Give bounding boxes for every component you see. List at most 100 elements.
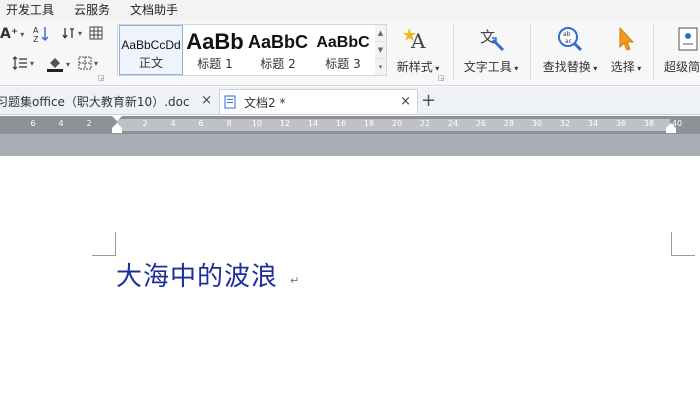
text-tools-button[interactable]: 文 文字工具 ▾	[460, 22, 522, 75]
menu-bar: 开发工具 云服务 文档助手	[0, 0, 700, 20]
paragraph-mark-icon: ↵	[290, 274, 300, 287]
style-heading-2-label: 标题 2	[260, 57, 296, 71]
tab-exercise-doc[interactable]: 习题集office（职大教育新10）.doc ×	[0, 89, 218, 114]
ruler-tick-label: 36	[615, 119, 627, 128]
ruler-tick-label: 2	[86, 119, 92, 128]
svg-text:A: A	[33, 26, 39, 35]
style-heading-1[interactable]: AaBb 标题 1	[184, 25, 246, 75]
super-doc-icon	[678, 27, 698, 51]
para-mark-icon	[62, 28, 74, 39]
style-heading-1-label: 标题 1	[197, 57, 233, 71]
svg-text:Z: Z	[33, 35, 39, 43]
text-tools-icon: 文	[480, 28, 505, 52]
line-spacing-icon	[12, 56, 27, 70]
style-heading-3-label: 标题 3	[325, 57, 361, 71]
style-heading-2[interactable]: AaBbC 标题 2	[247, 25, 309, 75]
ruler-tick-label: 8	[226, 119, 232, 128]
ruler-tick-label: 34	[587, 119, 599, 128]
ruler-tick-label: 28	[503, 119, 515, 128]
sort-icon: AZ	[33, 26, 49, 43]
ruler-tick-label: 4	[170, 119, 176, 128]
ruler-tick-label: 6	[30, 119, 36, 128]
menu-doc-assistant[interactable]: 文档助手	[120, 0, 188, 20]
document-text[interactable]: 大海中的波浪	[116, 256, 278, 293]
style-normal-label: 正文	[138, 56, 163, 70]
new-style-icon: A	[403, 28, 426, 53]
tab-exercise-doc-label: 习题集office（职大教育新10）.doc	[0, 95, 190, 109]
ruler-tick-label: 30	[531, 119, 543, 128]
line-spacing-button[interactable]: ▾	[12, 56, 34, 70]
select-label: 选择	[610, 60, 635, 74]
border-button[interactable]: ▾	[78, 56, 98, 70]
svg-text:ab: ab	[563, 31, 571, 38]
para-mark-button[interactable]: ▾	[62, 26, 82, 40]
ribbon-separator	[453, 24, 454, 80]
close-icon[interactable]: ×	[201, 93, 212, 108]
style-heading-3[interactable]: AaBbC 标题 3	[310, 25, 376, 75]
ruler-tick-label: 18	[363, 119, 375, 128]
margin-corner-mark	[92, 232, 116, 256]
style-heading-3-sample: AaBbC	[316, 34, 370, 51]
style-normal-sample: AaBbCcDd	[121, 38, 181, 52]
new-style-button[interactable]: A 新样式 ▾	[392, 22, 444, 75]
document-icon	[224, 95, 236, 109]
ruler-tick-label: 2	[142, 119, 148, 128]
indent-marker-icon[interactable]	[112, 116, 122, 134]
ruler-tick-label: 32	[559, 119, 571, 128]
ruler-tick-label: 10	[251, 119, 263, 128]
ruler-tick-label: 4	[58, 119, 64, 128]
add-tab-icon[interactable]: +	[421, 90, 436, 111]
gallery-up-icon[interactable]: ▲	[375, 25, 386, 42]
margin-corner-mark	[671, 232, 695, 256]
workspace-background	[0, 134, 700, 156]
ruler-tick-label: 16	[335, 119, 347, 128]
find-replace-button[interactable]: ab ac 查找替换 ▾	[538, 22, 602, 75]
find-replace-icon: abac	[558, 27, 583, 52]
right-indent-marker-icon[interactable]	[666, 122, 676, 134]
find-replace-label: 查找替换	[542, 60, 591, 74]
styles-gallery: AaBbCcDd 正文 AaBb 标题 1 AaBbC 标题 2 AaBbC 标…	[117, 24, 378, 76]
shading-button[interactable]: ▾	[46, 55, 70, 73]
style-heading-2-sample: AaBbC	[247, 32, 308, 52]
ruler-tick-label: 6	[198, 119, 204, 128]
menu-cloud-service[interactable]: 云服务	[64, 0, 120, 20]
ribbon: A⁺ ▾ AZ ▾ ▾ ▾ ▾ ◲ AaBbCcDd 正文 AaBb 标题 1 A…	[0, 20, 700, 86]
styles-dialog-launcher-icon[interactable]: ◲	[438, 74, 445, 82]
text-tools-label: 文字工具	[463, 60, 512, 74]
ruler-tick-label: 20	[391, 119, 403, 128]
style-heading-1-sample: AaBb	[186, 29, 244, 54]
para-dialog-launcher-icon[interactable]: ◲	[98, 74, 105, 82]
document-tabs-bar: 习题集office（职大教育新10）.doc × 文档2 * ×	[0, 87, 700, 115]
horizontal-ruler[interactable]: 6 4 2 2 4 6 8 10 12 14 16 18 20 22 24 26 28 30 32 34 36 38 40	[0, 116, 700, 134]
svg-text:A: A	[410, 29, 426, 53]
styles-gallery-scroll[interactable]: ▲ ▼ ▾	[375, 24, 387, 76]
select-button[interactable]: 选择 ▾	[606, 22, 646, 75]
super-simple-button[interactable]: 超级简	[660, 22, 700, 75]
font-size-up-button[interactable]: A⁺ ▾	[0, 26, 24, 42]
ruler-tick-label: 26	[475, 119, 487, 128]
font-size-up-icon: A⁺	[0, 26, 19, 42]
tab-doc2[interactable]: 文档2 * ×	[219, 89, 418, 114]
table-button[interactable]	[89, 26, 103, 40]
style-normal[interactable]: AaBbCcDd 正文	[119, 25, 183, 75]
ruler-tick-label: 12	[279, 119, 291, 128]
table-grid-icon	[89, 26, 103, 40]
close-icon[interactable]: ×	[400, 94, 411, 109]
ribbon-separator	[530, 24, 531, 80]
sort-button[interactable]: AZ	[33, 25, 49, 43]
cursor-arrow-icon	[619, 26, 635, 51]
ruler-tick-label: 22	[419, 119, 431, 128]
paint-bucket-icon	[47, 58, 63, 72]
ruler-tick-label: 24	[447, 119, 459, 128]
menu-developer-tools[interactable]: 开发工具	[0, 0, 64, 20]
document-page[interactable]: 大海中的波浪 ↵	[0, 156, 700, 402]
gallery-down-icon[interactable]: ▼	[375, 42, 386, 59]
ruler-tick-label: 38	[643, 119, 655, 128]
tab-doc2-label: 文档2 *	[244, 95, 286, 110]
super-simple-label: 超级简	[664, 60, 700, 74]
ruler-tick-label: 14	[307, 119, 319, 128]
svg-text:文: 文	[480, 28, 495, 46]
gallery-more-icon[interactable]: ▾	[375, 59, 386, 76]
ribbon-separator	[653, 24, 654, 80]
new-style-label: 新样式	[396, 60, 433, 74]
